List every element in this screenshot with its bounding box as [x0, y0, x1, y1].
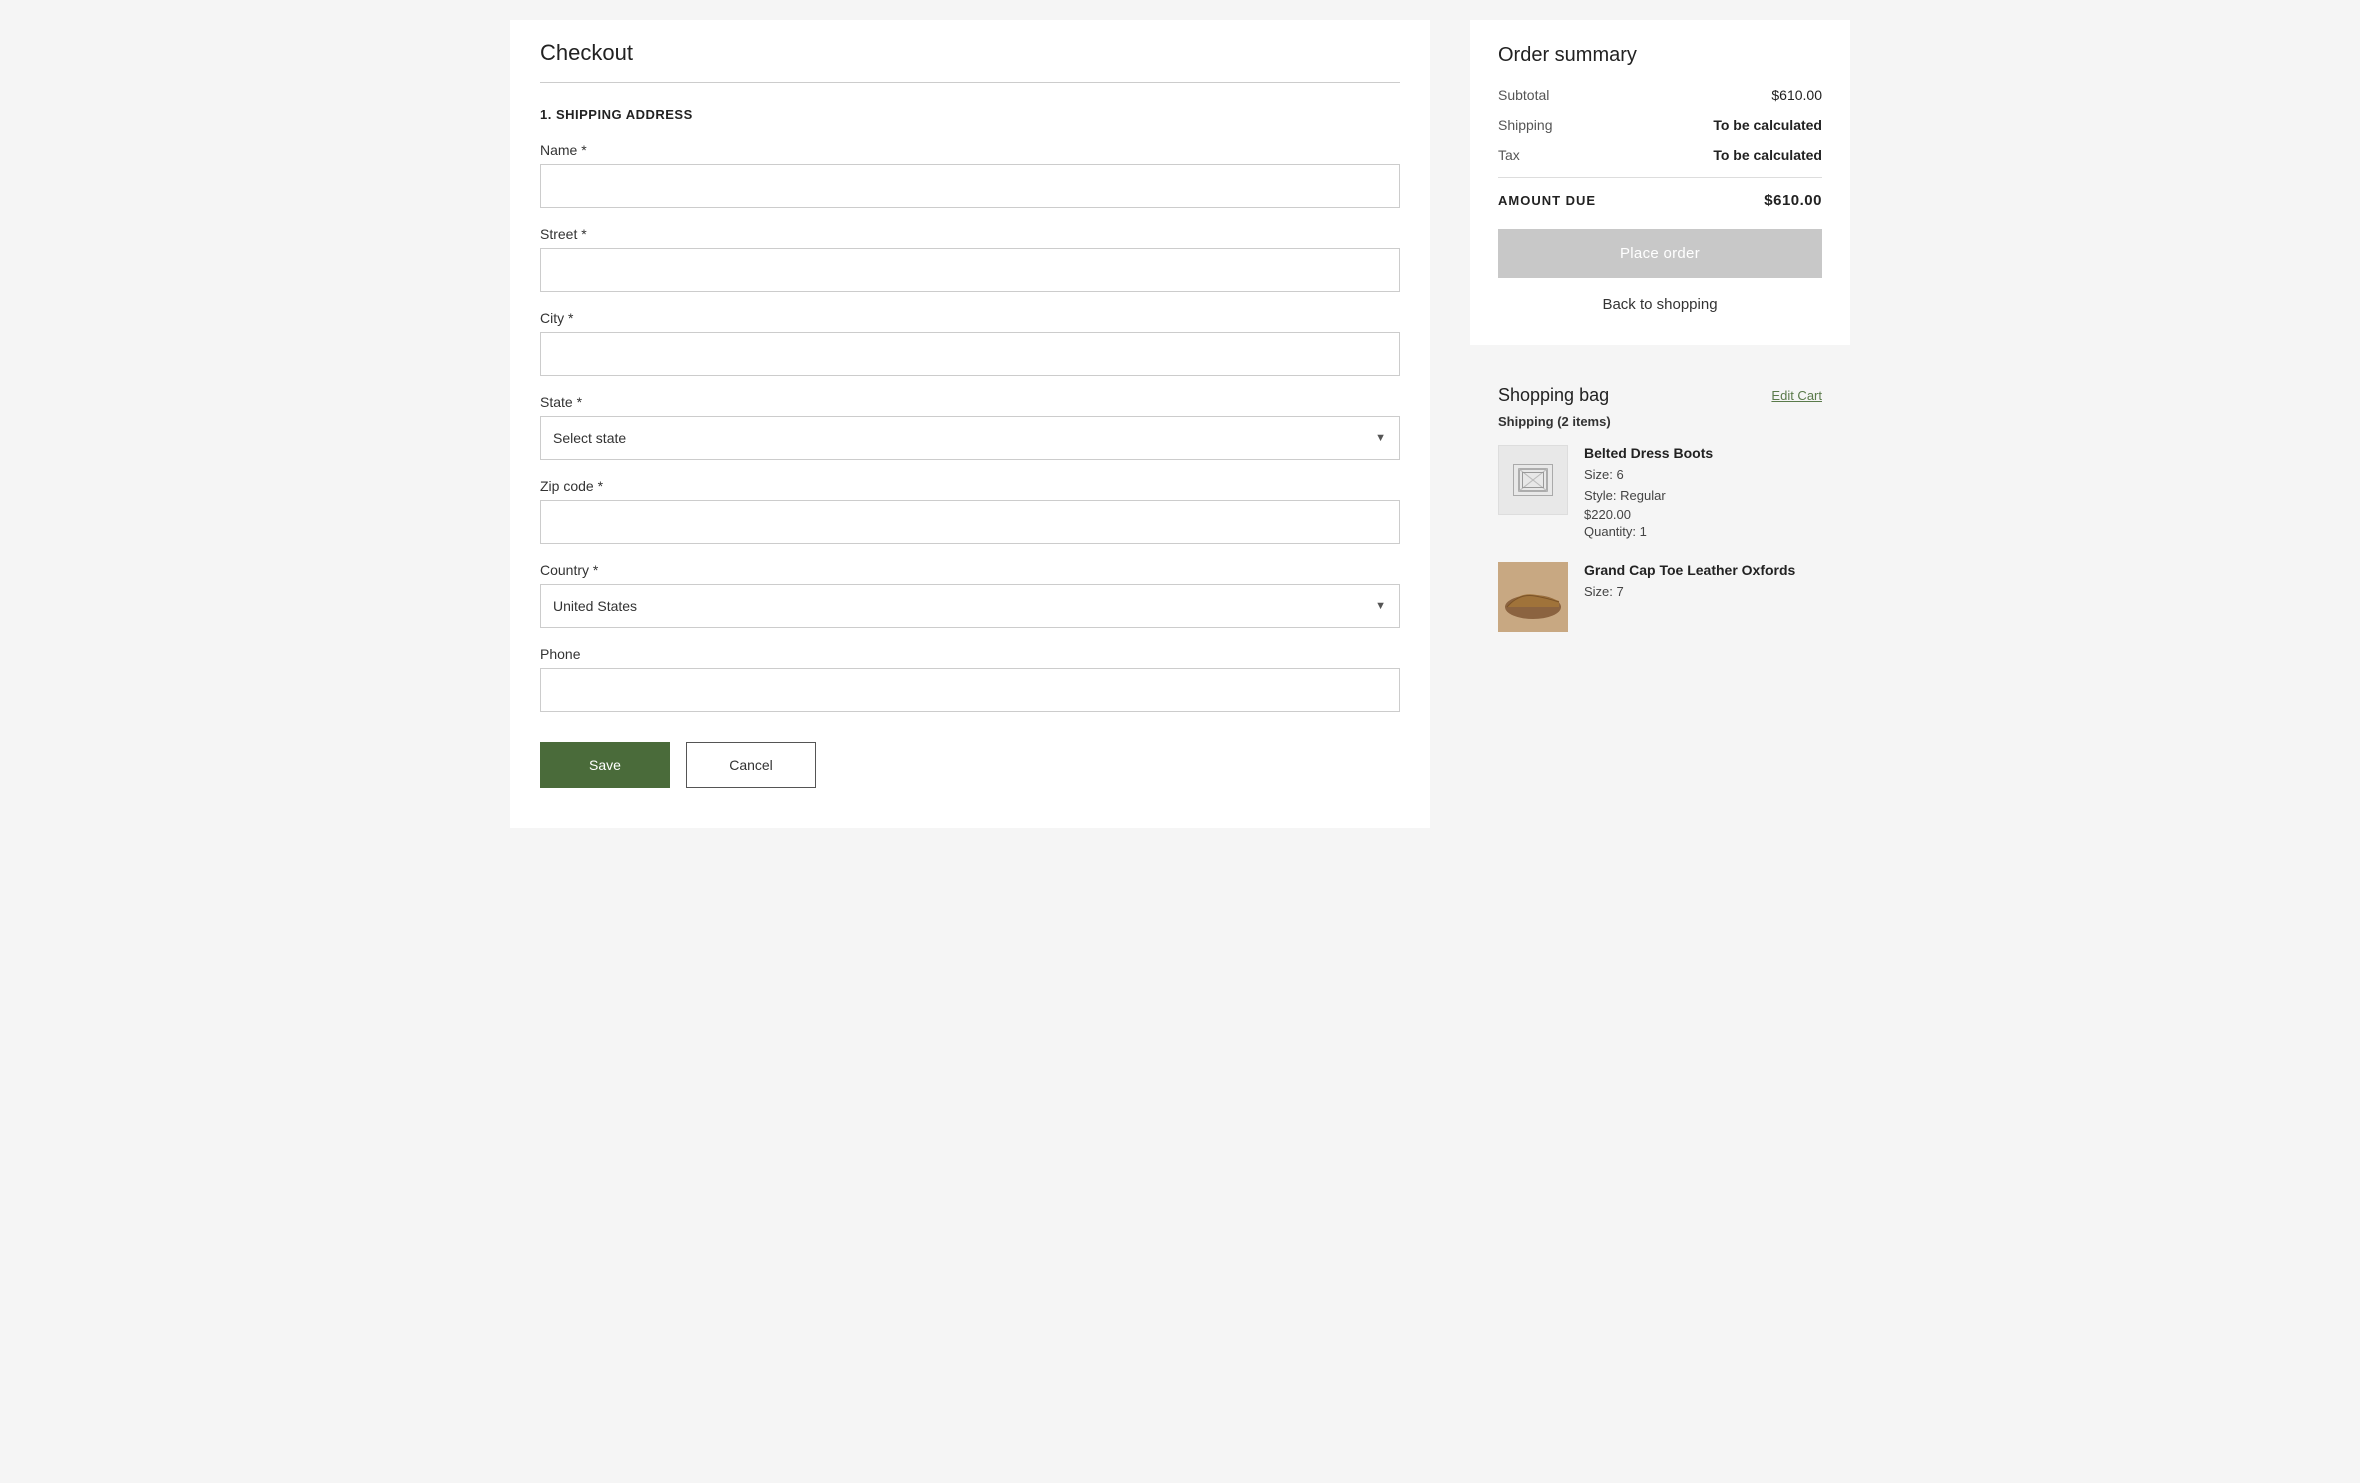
section-title: 1. SHIPPING ADDRESS — [540, 107, 1400, 122]
cart-item-name-2: Grand Cap Toe Leather Oxfords — [1584, 562, 1822, 578]
cart-item-image-2 — [1498, 562, 1568, 632]
cart-item-price-1: $220.00 — [1584, 507, 1822, 522]
form-buttons: Save Cancel — [540, 742, 1400, 788]
street-label: Street * — [540, 226, 1400, 242]
state-label: State * — [540, 394, 1400, 410]
city-field-group: City * — [540, 310, 1400, 376]
cart-item-style-1: Style: Regular — [1584, 486, 1822, 507]
cart-item: Grand Cap Toe Leather Oxfords Size: 7 — [1498, 562, 1822, 632]
country-label: Country * — [540, 562, 1400, 578]
country-field-group: Country * United StatesCanadaUnited King… — [540, 562, 1400, 628]
state-field-group: State * Select stateAlabamaAlaskaArizona… — [540, 394, 1400, 460]
order-summary-title: Order summary — [1498, 44, 1822, 67]
cart-item-name-1: Belted Dress Boots — [1584, 445, 1822, 461]
state-select-wrapper: Select stateAlabamaAlaskaArizonaArkansas… — [540, 416, 1400, 460]
image-placeholder-icon — [1513, 464, 1553, 496]
phone-input[interactable] — [540, 668, 1400, 712]
tax-value: To be calculated — [1713, 147, 1822, 163]
cart-item-size-1: Size: 6 — [1584, 465, 1822, 486]
sidebar: Order summary Subtotal $610.00 Shipping … — [1470, 20, 1850, 828]
shipping-items-label: Shipping (2 items) — [1498, 414, 1822, 429]
zip-input[interactable] — [540, 500, 1400, 544]
shipping-label: Shipping — [1498, 117, 1553, 133]
cart-item-size-2: Size: 7 — [1584, 582, 1822, 603]
amount-due-row: AMOUNT DUE $610.00 — [1498, 192, 1822, 209]
cart-item: Belted Dress Boots Size: 6 Style: Regula… — [1498, 445, 1822, 542]
city-input[interactable] — [540, 332, 1400, 376]
city-label: City * — [540, 310, 1400, 326]
cancel-button[interactable]: Cancel — [686, 742, 816, 788]
name-label: Name * — [540, 142, 1400, 158]
cart-item-details-1: Belted Dress Boots Size: 6 Style: Regula… — [1584, 445, 1822, 542]
cart-item-details-2: Grand Cap Toe Leather Oxfords Size: 7 — [1584, 562, 1822, 632]
country-select-wrapper: United StatesCanadaUnited KingdomAustral… — [540, 584, 1400, 628]
cart-item-quantity-1: Quantity: 1 — [1584, 522, 1822, 543]
shipping-row: Shipping To be calculated — [1498, 117, 1822, 133]
street-input[interactable] — [540, 248, 1400, 292]
name-field-group: Name * — [540, 142, 1400, 208]
tax-row: Tax To be calculated — [1498, 147, 1822, 163]
shopping-bag-header: Shopping bag Edit Cart — [1498, 385, 1822, 406]
shopping-bag-box: Shopping bag Edit Cart Shipping (2 items… — [1470, 361, 1850, 676]
order-summary-box: Order summary Subtotal $610.00 Shipping … — [1470, 20, 1850, 345]
tax-label: Tax — [1498, 147, 1520, 163]
page-title: Checkout — [540, 40, 1400, 66]
name-input[interactable] — [540, 164, 1400, 208]
place-order-button[interactable]: Place order — [1498, 229, 1822, 278]
subtotal-row: Subtotal $610.00 — [1498, 87, 1822, 103]
shipping-value: To be calculated — [1713, 117, 1822, 133]
street-field-group: Street * — [540, 226, 1400, 292]
phone-field-group: Phone — [540, 646, 1400, 712]
subtotal-label: Subtotal — [1498, 87, 1549, 103]
title-divider — [540, 82, 1400, 83]
subtotal-value: $610.00 — [1771, 87, 1822, 103]
shopping-bag-title: Shopping bag — [1498, 385, 1609, 406]
save-button[interactable]: Save — [540, 742, 670, 788]
back-to-shopping-link[interactable]: Back to shopping — [1498, 288, 1822, 321]
amount-due-label: AMOUNT DUE — [1498, 193, 1596, 208]
zip-label: Zip code * — [540, 478, 1400, 494]
summary-divider — [1498, 177, 1822, 178]
cart-item-image-1 — [1498, 445, 1568, 515]
edit-cart-link[interactable]: Edit Cart — [1771, 388, 1822, 403]
state-select[interactable]: Select stateAlabamaAlaskaArizonaArkansas… — [540, 416, 1400, 460]
phone-label: Phone — [540, 646, 1400, 662]
country-select[interactable]: United StatesCanadaUnited KingdomAustral… — [540, 584, 1400, 628]
amount-due-value: $610.00 — [1764, 192, 1822, 209]
zip-field-group: Zip code * — [540, 478, 1400, 544]
